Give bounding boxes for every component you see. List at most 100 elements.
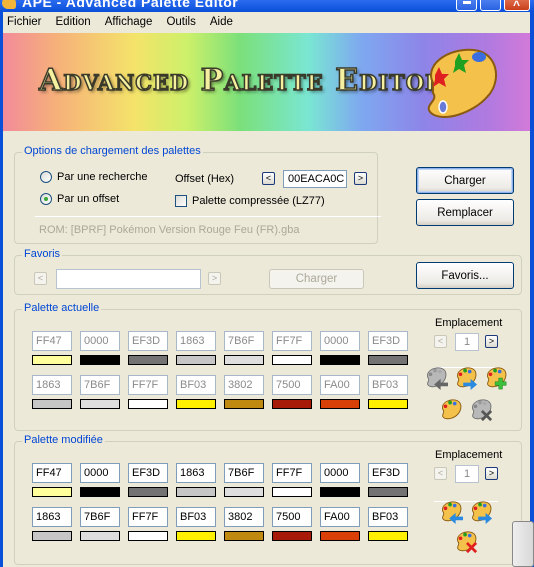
color-swatch[interactable] [176, 531, 216, 541]
color-swatch[interactable] [128, 355, 168, 365]
menu-aide[interactable]: Aide [210, 16, 233, 28]
menu-outils[interactable]: Outils [166, 16, 195, 28]
color-swatch[interactable] [32, 355, 72, 365]
current-emplacement-next[interactable]: > [485, 335, 498, 348]
color-hex-input[interactable]: BF03 [368, 375, 408, 395]
radio-search-circle[interactable] [40, 171, 52, 183]
color-hex-input[interactable]: FF7F [272, 463, 312, 483]
color-hex-input[interactable]: 7B6F [224, 463, 264, 483]
close-button[interactable]: ^ [504, 0, 530, 12]
delete-palette-icon[interactable] [468, 398, 494, 422]
favoris-prev-button[interactable]: < [34, 272, 47, 285]
color-swatch[interactable] [224, 487, 264, 497]
color-hex-input[interactable]: 1863 [176, 463, 216, 483]
color-hex-input[interactable]: 7B6F [80, 507, 120, 527]
color-hex-input[interactable]: EF3D [368, 331, 408, 351]
color-swatch[interactable] [368, 531, 408, 541]
maximize-button[interactable] [480, 0, 501, 11]
color-hex-input[interactable]: BF03 [368, 507, 408, 527]
favoris-next-button[interactable]: > [208, 272, 221, 285]
color-hex-input[interactable]: FA00 [320, 507, 360, 527]
color-hex-input[interactable]: 7B6F [224, 331, 264, 351]
delete-palette-icon[interactable] [453, 530, 479, 554]
color-swatch[interactable] [176, 399, 216, 409]
color-swatch[interactable] [320, 355, 360, 365]
color-swatch[interactable] [368, 399, 408, 409]
radio-offset-circle[interactable] [40, 193, 52, 205]
color-hex-input[interactable]: 7B6F [80, 375, 120, 395]
color-hex-input[interactable]: EF3D [368, 463, 408, 483]
color-swatch[interactable] [368, 355, 408, 365]
offset-input[interactable]: 00EACA0C [283, 170, 347, 188]
color-hex-input[interactable]: FF47 [32, 331, 72, 351]
color-swatch[interactable] [32, 531, 72, 541]
export-palette-icon[interactable] [453, 366, 479, 390]
menu-affichage[interactable]: Affichage [105, 16, 153, 28]
color-swatch[interactable] [32, 487, 72, 497]
modified-emplacement-prev[interactable]: < [434, 467, 447, 480]
color-swatch[interactable] [128, 531, 168, 541]
favoris-input[interactable] [56, 269, 201, 289]
import-palette-icon[interactable] [438, 500, 464, 524]
radio-search[interactable]: Par une recherche [40, 171, 148, 183]
offset-prev-button[interactable]: < [262, 172, 275, 185]
import-palette-icon[interactable] [423, 366, 449, 390]
color-hex-input[interactable]: FF7F [272, 331, 312, 351]
color-hex-input[interactable]: EF3D [128, 331, 168, 351]
color-swatch[interactable] [320, 487, 360, 497]
color-swatch[interactable] [80, 355, 120, 365]
color-hex-input[interactable]: 7500 [272, 507, 312, 527]
color-swatch[interactable] [128, 487, 168, 497]
color-hex-input[interactable]: 7500 [272, 375, 312, 395]
modified-emplacement-input[interactable]: 1 [455, 465, 479, 483]
color-swatch[interactable] [320, 531, 360, 541]
color-hex-input[interactable]: 1863 [32, 375, 72, 395]
minimize-button[interactable] [456, 0, 477, 11]
color-swatch[interactable] [128, 399, 168, 409]
color-swatch[interactable] [80, 531, 120, 541]
favoris-button[interactable]: Favoris... [416, 262, 514, 289]
color-hex-input[interactable]: FA00 [320, 375, 360, 395]
color-hex-input[interactable]: 3802 [224, 507, 264, 527]
color-hex-input[interactable]: 0000 [80, 331, 120, 351]
menu-edition[interactable]: Edition [56, 16, 91, 28]
charger-button[interactable]: Charger [416, 167, 514, 194]
color-hex-input[interactable]: 1863 [176, 331, 216, 351]
color-swatch[interactable] [272, 399, 312, 409]
color-hex-input[interactable]: FF7F [128, 375, 168, 395]
current-emplacement-input[interactable]: 1 [455, 333, 479, 351]
color-swatch[interactable] [224, 531, 264, 541]
color-hex-input[interactable]: 1863 [32, 507, 72, 527]
color-hex-input[interactable]: 0000 [320, 463, 360, 483]
color-swatch[interactable] [320, 399, 360, 409]
compressed-checkbox[interactable] [175, 195, 187, 207]
add-palette-icon[interactable] [483, 366, 509, 390]
taskbar-grip[interactable] [512, 521, 534, 567]
color-swatch[interactable] [272, 355, 312, 365]
color-swatch[interactable] [224, 355, 264, 365]
color-hex-input[interactable]: 3802 [224, 375, 264, 395]
color-swatch[interactable] [368, 487, 408, 497]
palette-icon[interactable] [438, 398, 464, 422]
color-hex-input[interactable]: 0000 [320, 331, 360, 351]
color-swatch[interactable] [80, 399, 120, 409]
export-palette-icon[interactable] [468, 500, 494, 524]
remplacer-button[interactable]: Remplacer [416, 199, 514, 226]
color-hex-input[interactable]: BF03 [176, 375, 216, 395]
menu-fichier[interactable]: Fichier [7, 16, 42, 28]
color-swatch[interactable] [224, 399, 264, 409]
color-hex-input[interactable]: BF03 [176, 507, 216, 527]
offset-next-button[interactable]: > [354, 172, 367, 185]
radio-offset[interactable]: Par un offset [40, 193, 119, 205]
modified-emplacement-next[interactable]: > [485, 467, 498, 480]
color-hex-input[interactable]: 0000 [80, 463, 120, 483]
color-swatch[interactable] [80, 487, 120, 497]
current-emplacement-prev[interactable]: < [434, 335, 447, 348]
color-swatch[interactable] [176, 487, 216, 497]
favoris-charger-button[interactable]: Charger [269, 269, 364, 289]
color-swatch[interactable] [32, 399, 72, 409]
color-swatch[interactable] [176, 355, 216, 365]
color-hex-input[interactable]: FF7F [128, 507, 168, 527]
color-swatch[interactable] [272, 531, 312, 541]
color-hex-input[interactable]: EF3D [128, 463, 168, 483]
